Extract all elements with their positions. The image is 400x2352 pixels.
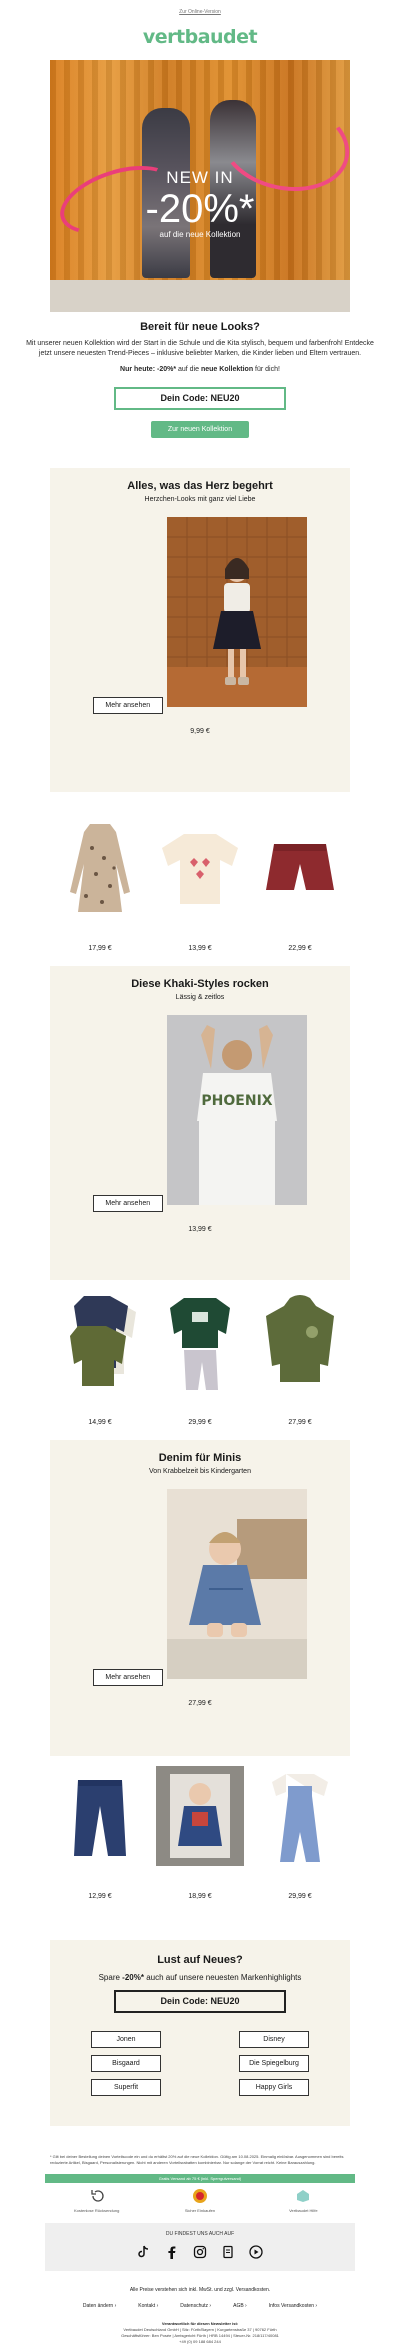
hero-subtitle: auf die neue Kollektion <box>159 230 241 239</box>
section-denim: Denim für Minis Von Krabbelzeit bis Kind… <box>50 1440 350 1756</box>
voucher-code: Dein Code: NEU20 <box>114 387 286 410</box>
hero-discount: -20%* <box>145 187 255 231</box>
footer-link-contact[interactable]: Kontakt › <box>138 2303 158 2309</box>
longsleeve-set-image[interactable] <box>56 1292 144 1392</box>
product-card[interactable]: 22,99 € <box>256 818 344 952</box>
product-price: 29,99 € <box>188 1419 212 1426</box>
trusted-shop-icon <box>192 2189 207 2203</box>
feature-price: 9,99 € <box>190 728 210 735</box>
social-label: DU FINDEST UNS AUCH AUF <box>165 2231 235 2237</box>
imprint: Verantwortlich für diesen Newsletter ist… <box>121 2321 279 2344</box>
brand-grid: Jonen Disney Bisgaard Die Spiegelburg Su… <box>50 2031 350 2096</box>
product-price: 29,99 € <box>288 1893 312 1900</box>
product-price: 12,99 € <box>88 1893 112 1900</box>
khaki-hoodie-image[interactable] <box>256 1292 344 1392</box>
product-price: 27,99 € <box>288 1419 312 1426</box>
facebook-icon[interactable] <box>165 2245 179 2259</box>
product-row: 17,99 € 13,99 € 22,99 € <box>50 818 350 952</box>
product-card[interactable]: 17,99 € <box>56 818 144 952</box>
product-price: 17,99 € <box>88 945 112 952</box>
brand-button-bisgaard[interactable]: Bisgaard <box>91 2055 161 2072</box>
heart-sweater-image[interactable] <box>156 818 244 918</box>
youtube-icon[interactable] <box>249 2245 263 2259</box>
product-card[interactable]: 18,99 € <box>156 1766 244 1900</box>
denim-dungaree-image[interactable] <box>256 1766 344 1866</box>
brand-button-superfit[interactable]: Superfit <box>91 2079 161 2096</box>
brand-button-disney[interactable]: Disney <box>239 2031 309 2048</box>
product-price: 18,99 € <box>188 1893 212 1900</box>
benefit-secure: Sicher Einkaufen <box>155 2188 245 2213</box>
social-block: DU FINDEST UNS AUCH AUF <box>45 2223 355 2271</box>
sport-set-image[interactable] <box>156 1292 244 1392</box>
product-card[interactable]: 29,99 € <box>156 1292 244 1426</box>
feature-photo-boy[interactable]: PHOENIX <box>167 1015 308 1205</box>
online-version-link[interactable]: Zur Online-Version <box>0 0 400 26</box>
footer-links: Daten ändern › Kontakt › Datenschutz › A… <box>0 2303 400 2309</box>
more-button[interactable]: Mehr ansehen <box>92 697 163 714</box>
hero-banner[interactable]: NEW IN -20%* auf die neue Kollektion <box>50 60 350 312</box>
more-button[interactable]: Mehr ansehen <box>92 1195 163 1212</box>
today-offer: Nur heute: -20%* auf die neue Kollektion… <box>120 366 280 373</box>
product-card[interactable]: 14,99 € <box>56 1292 144 1426</box>
baby-outfit-image[interactable] <box>156 1766 244 1866</box>
product-price: 22,99 € <box>288 945 312 952</box>
section-title: Alles, was das Herz begehrt <box>127 480 273 492</box>
product-card[interactable]: 12,99 € <box>56 1766 144 1900</box>
intro-text: Mit unserer neuen Kollektion wird der St… <box>26 340 374 357</box>
footer-link-data[interactable]: Daten ändern › <box>83 2303 116 2309</box>
hero-title: NEW IN <box>166 168 234 187</box>
benefit-returns: Kostenlose Rücksendung <box>52 2188 142 2213</box>
brands-heading: Lust auf Neues? <box>157 1954 243 1966</box>
pinterest-icon[interactable] <box>221 2245 235 2259</box>
product-price: 13,99 € <box>188 945 212 952</box>
footer-link-shipping[interactable]: Infos Versandkosten › <box>269 2303 317 2309</box>
more-button[interactable]: Mehr ansehen <box>92 1669 163 1686</box>
instagram-icon[interactable] <box>193 2245 207 2259</box>
intro-heading: Bereit für neue Looks? <box>140 321 260 333</box>
feature-price: 27,99 € <box>188 1700 212 1707</box>
tiktok-icon[interactable] <box>137 2245 151 2259</box>
section-khaki: Diese Khaki-Styles rocken Lässig & zeitl… <box>50 966 350 1280</box>
benefits-row: Kostenlose Rücksendung Sicher Einkaufen … <box>45 2183 355 2223</box>
brand-button-spiegelburg[interactable]: Die Spiegelburg <box>239 2055 309 2072</box>
brand-logo[interactable]: vertbaudet <box>0 26 400 60</box>
product-card[interactable]: 27,99 € <box>256 1292 344 1426</box>
legal-footnote: * Gilt bei deiner Bestellung deinen Vort… <box>50 2154 344 2165</box>
voucher-code: Dein Code: NEU20 <box>114 1990 286 2013</box>
brand-button-jonen[interactable]: Jonen <box>91 2031 161 2048</box>
product-row: 12,99 € 18,99 € 29,99 € <box>50 1766 350 1900</box>
product-row: 14,99 € 29,99 € 27,99 € <box>50 1292 350 1426</box>
brands-offer: Spare -20%* auch auf unsere neuesten Mar… <box>98 1973 302 1982</box>
section-subtitle: Lässig & zeitlos <box>175 994 225 1001</box>
prices-note: Alle Preise verstehen sich inkl. MwSt. u… <box>129 2287 271 2293</box>
product-card[interactable]: 29,99 € <box>256 1766 344 1900</box>
new-collection-button[interactable]: Zur neuen Kollektion <box>151 421 249 438</box>
help-icon <box>297 2190 310 2202</box>
baby-jeans-image[interactable] <box>56 1766 144 1866</box>
red-shorts-image[interactable] <box>256 818 344 918</box>
section-title: Diese Khaki-Styles rocken <box>131 978 269 990</box>
section-subtitle: Von Krabbelzeit bis Kindergarten <box>149 1468 251 1475</box>
product-price: 14,99 € <box>88 1419 112 1426</box>
shipping-bar: Gratis Versand ab 75 € (inkl. Sperrgutve… <box>45 2174 355 2183</box>
feature-photo-baby[interactable] <box>167 1489 308 1679</box>
benefit-help: Vertbaudet Hilfe <box>258 2188 348 2213</box>
leopard-dress-image[interactable] <box>56 818 144 918</box>
feature-photo-girl[interactable] <box>167 517 308 707</box>
brands-section: Lust auf Neues? Spare -20%* auch auf uns… <box>50 1940 350 2126</box>
section-subtitle: Herzchen-Looks mit ganz viel Liebe <box>144 496 256 503</box>
product-card[interactable]: 13,99 € <box>156 818 244 952</box>
section-title: Denim für Minis <box>158 1452 242 1464</box>
brand-button-happy-girls[interactable]: Happy Girls <box>239 2079 309 2096</box>
feature-price: 13,99 € <box>188 1226 212 1233</box>
shirt-print: PHOENIX <box>202 1093 273 1109</box>
section-hearts: Alles, was das Herz begehrt Herzchen-Loo… <box>50 468 350 792</box>
footer-link-privacy[interactable]: Datenschutz › <box>180 2303 211 2309</box>
footer-link-terms[interactable]: AGB › <box>233 2303 247 2309</box>
return-icon <box>91 2190 104 2202</box>
